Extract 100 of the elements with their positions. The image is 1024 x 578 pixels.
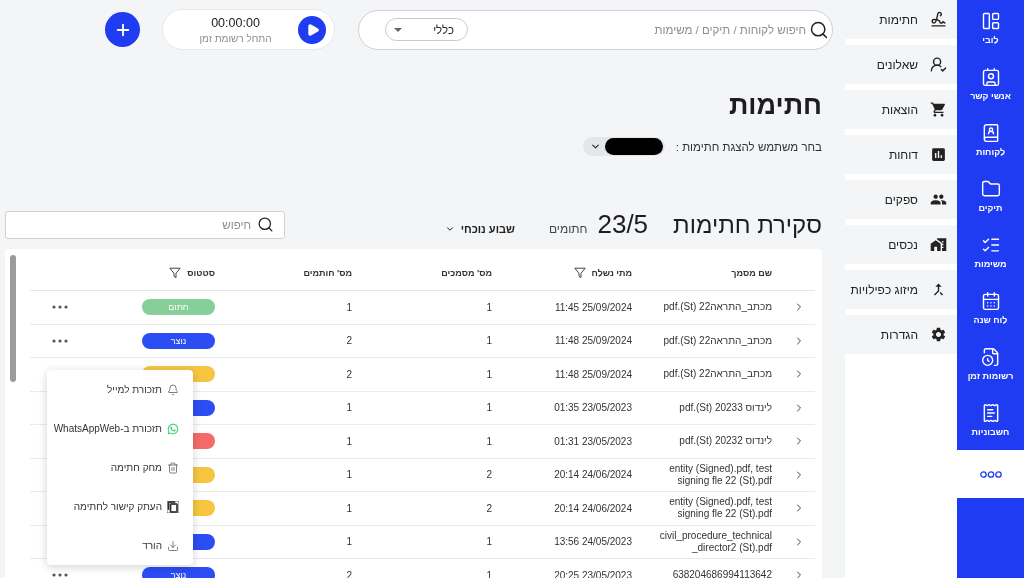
scrollbar[interactable]: [10, 255, 16, 382]
menu-item[interactable]: מחק חתימה: [47, 448, 193, 487]
add-button[interactable]: [105, 12, 140, 47]
chevron-icon: [444, 224, 455, 234]
sent-date: 01:31 23/05/2023: [554, 435, 632, 447]
nav-rail-item[interactable]: לוח שנה: [957, 282, 1024, 338]
document-name-header: שם מסמך: [731, 267, 772, 278]
status-header: סטטוס: [187, 267, 215, 278]
document-name: pdf.(St) 22מכתב_התראה: [663, 368, 772, 381]
sidebar-item[interactable]: הוצאות: [845, 90, 957, 129]
document-name: 638204686994113642: [672, 569, 772, 578]
search-input[interactable]: חיפוש: [14, 218, 251, 231]
document-name: pdf.(St) 20232 לינדוס: [679, 435, 772, 448]
document-name: entity (Signed).pdf, test signing fle 22 (St).pdf: [668, 496, 772, 521]
bell-icon: [167, 383, 179, 396]
period-dropdown[interactable]: שבוע נוכחי: [444, 223, 515, 235]
nav-rail-item[interactable]: לובי: [957, 2, 1024, 58]
document-name: civil_procedure_technical_director2 (St).pdf: [658, 529, 772, 554]
menu-item[interactable]: הורד: [47, 526, 193, 565]
filter-icon[interactable]: [573, 266, 586, 279]
signer-count: 1: [346, 435, 352, 447]
checklist-icon: [980, 235, 1001, 255]
search-icon: [809, 19, 829, 40]
sidebar-item[interactable]: חתימות: [845, 0, 957, 39]
nav-rail-item[interactable]: משימות: [957, 226, 1024, 282]
nav-rail-item[interactable]: לקוחות: [957, 114, 1024, 170]
menu-item[interactable]: העתק קישור לחתימה: [47, 487, 193, 526]
house-icon: [930, 236, 947, 253]
status-pill: נוצר: [142, 567, 215, 578]
sidebar-item[interactable]: ספקים: [845, 180, 957, 219]
document-count: 1: [486, 435, 492, 447]
user-filter-label: בחר משתמש להצגת חתימות :: [675, 140, 822, 153]
document-count: 1: [486, 301, 492, 313]
file-clock-icon: [980, 347, 1001, 367]
document-name: pdf.(St) 20233 לינדוס: [679, 401, 772, 414]
sent-date: 11:48 25/09/2024: [554, 335, 632, 347]
signer-count: 1: [346, 301, 352, 313]
play-button[interactable]: [298, 15, 326, 44]
search-icon: [257, 216, 274, 233]
status-pill: נוצר: [142, 332, 215, 349]
filter-icon[interactable]: [169, 266, 182, 279]
status-pill: חתום: [142, 299, 215, 316]
sidebar-item[interactable]: הגדרות: [845, 315, 957, 354]
nav-rail-item[interactable]: חשבוניות: [957, 394, 1024, 450]
signer-count: 2: [346, 368, 352, 380]
more-icon: [979, 470, 1002, 478]
more-icon[interactable]: [52, 305, 68, 310]
sidebar-item[interactable]: מיזוג כפילויות: [845, 270, 957, 309]
sidebar-item[interactable]: דוחות: [845, 135, 957, 174]
scope-dropdown[interactable]: כללי: [385, 18, 468, 41]
sent-date: 20:25 23/05/2023: [554, 569, 632, 578]
document-count: 1: [486, 335, 492, 347]
menu-item[interactable]: תזכורת למייל: [47, 370, 193, 409]
document-name: entity (Signed).pdf, test signing fle 22 (St).pdf: [668, 462, 772, 487]
cart-icon: [930, 101, 947, 118]
timer-caption: התחל רשומת זמן: [199, 32, 272, 44]
signed-count: 23/5: [597, 209, 649, 240]
play-icon: [306, 22, 320, 37]
signer-count: 2: [346, 569, 352, 578]
bar-chart-icon: [930, 146, 947, 163]
more-icon[interactable]: [52, 573, 68, 578]
user-select[interactable]: [582, 137, 665, 156]
sidebar-item[interactable]: נכסים: [845, 225, 957, 264]
sent-date: 11:45 25/09/2024: [554, 301, 632, 313]
document-name: pdf.(St) 22מכתב_התראה: [663, 301, 772, 314]
signer-count: 1: [346, 536, 352, 548]
layout-grid-icon: [980, 11, 1001, 31]
nav-rail-item[interactable]: אנשי קשר: [957, 58, 1024, 114]
folder-icon: [980, 179, 1001, 199]
menu-item[interactable]: תזכורת ב-WhatsAppWeb: [47, 409, 193, 448]
document-name: pdf.(St) 22מכתב_התראה: [663, 334, 772, 347]
signer-count: 2: [346, 335, 352, 347]
sent-date: 01:35 23/05/2023: [554, 402, 632, 414]
signer-count: 1: [346, 402, 352, 414]
timer-time: 00:00:00: [211, 15, 260, 30]
sent-date: 13:56 24/05/2023: [554, 536, 632, 548]
search-field[interactable]: חיפוש: [5, 210, 285, 239]
document-count: 1: [486, 368, 492, 380]
user-check-icon: [930, 56, 947, 73]
nav-rail-item[interactable]: רשומות זמן: [957, 338, 1024, 394]
signed-count-label: חתומים: [548, 222, 588, 236]
document-count: 1: [486, 402, 492, 414]
more-icon[interactable]: [52, 338, 68, 343]
nav-rail-item[interactable]: תיקים: [957, 170, 1024, 226]
phone-chat-icon: [167, 422, 179, 435]
search-input[interactable]: חיפוש לקוחות / תיקים / משימות: [471, 23, 806, 36]
signer-count: 1: [346, 469, 352, 481]
signature-icon: [930, 11, 947, 28]
document-count: 2: [486, 502, 492, 514]
copy-icon: [167, 500, 179, 513]
sidebar-item[interactable]: שאלונים: [845, 45, 957, 84]
more-button[interactable]: [957, 450, 1024, 498]
calendar-icon: [980, 291, 1001, 311]
signer-count-header: מס' חותמים: [303, 267, 352, 278]
document-count: 1: [486, 569, 492, 578]
page-title: חתימות: [728, 90, 822, 120]
sent-date: 11:48 25/09/2024: [554, 368, 632, 380]
document-count: 1: [486, 536, 492, 548]
document-count: 2: [486, 469, 492, 481]
sent-date-header: מתי נשלח: [591, 267, 632, 278]
